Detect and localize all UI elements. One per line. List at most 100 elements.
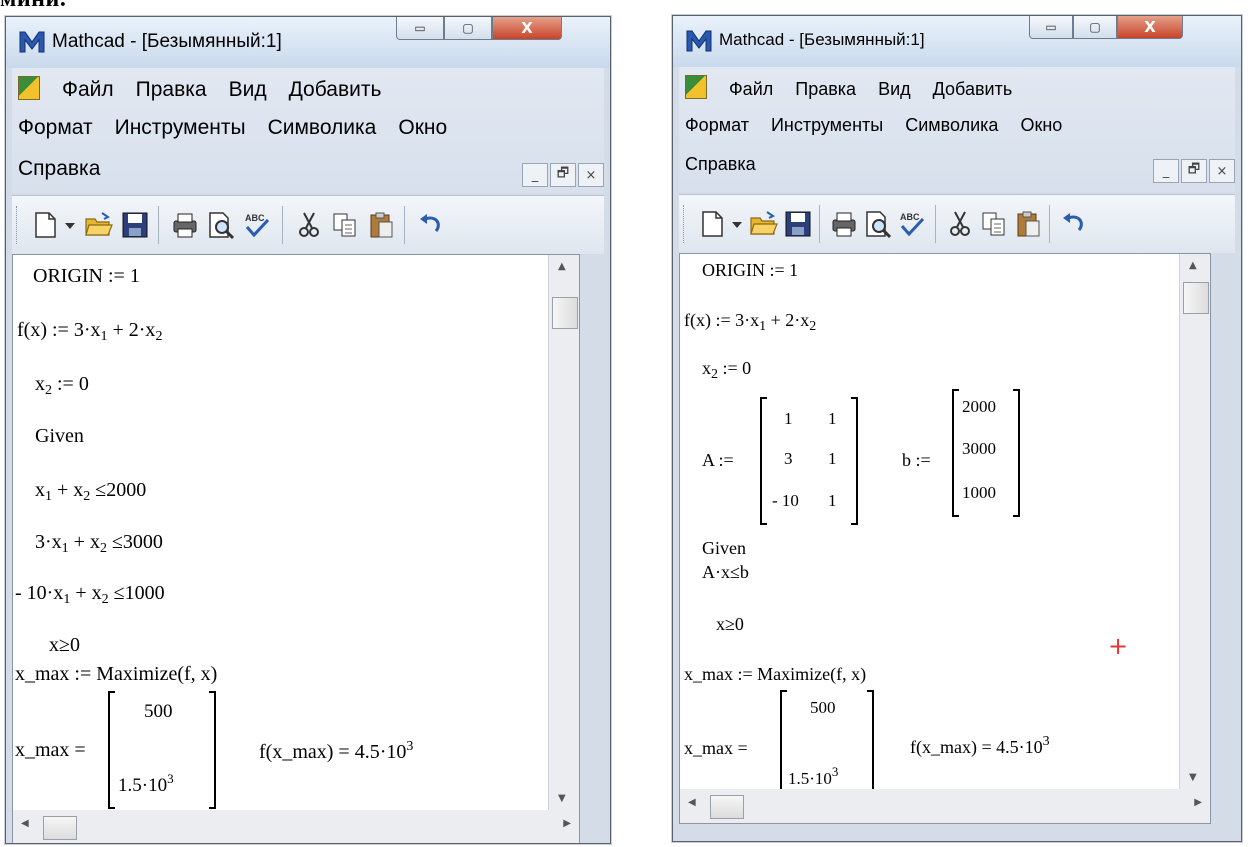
menu-symbolics[interactable]: Символика [905, 115, 998, 136]
constraint-2[interactable]: 3·x1 + x2 ≤3000 [35, 531, 163, 557]
undo-icon[interactable] [1059, 209, 1089, 239]
minimize-button[interactable]: ▭ [396, 17, 444, 40]
cut-icon[interactable] [294, 210, 324, 240]
matrix-A[interactable]: 1 1 3 1 - 10 1 [760, 397, 858, 525]
scroll-right-arrow-icon[interactable]: ▶ [563, 818, 571, 829]
given-keyword[interactable]: Given [35, 425, 84, 448]
horizontal-scrollbar[interactable]: ◀ ▶ [679, 789, 1211, 824]
toolbar-grip[interactable] [683, 205, 687, 243]
menu-window[interactable]: Окно [1020, 115, 1062, 136]
menu-tools[interactable]: Инструменты [115, 116, 246, 140]
menu-format[interactable]: Формат [685, 115, 749, 136]
new-document-icon[interactable] [30, 210, 60, 240]
document-icon[interactable] [685, 75, 707, 99]
title-bar[interactable]: Mathcad - [Безымянный:1] ▭ ▢ X [673, 16, 1241, 67]
paste-icon[interactable] [1013, 209, 1043, 239]
x2-definition[interactable]: x2 := 0 [35, 373, 89, 399]
maximize-button[interactable]: ▢ [1073, 16, 1117, 39]
toolbar-grip[interactable] [16, 206, 20, 244]
maximize-definition[interactable]: x_max := Maximize(f, x) [15, 663, 217, 686]
paste-icon[interactable] [366, 210, 396, 240]
print-icon[interactable] [170, 210, 200, 240]
menu-symbolics[interactable]: Символика [268, 116, 377, 140]
save-icon[interactable] [783, 209, 813, 239]
print-preview-icon[interactable] [206, 210, 236, 240]
horizontal-scrollbar[interactable]: ◀ ▶ [12, 810, 580, 843]
x2-definition[interactable]: x2 := 0 [702, 358, 751, 383]
x-max-result-label[interactable]: x_max = [684, 738, 748, 759]
chevron-down-icon[interactable] [729, 209, 745, 239]
origin-definition[interactable]: ORIGIN := 1 [702, 260, 798, 281]
undo-icon[interactable] [416, 210, 446, 240]
mdi-minimize-button[interactable]: _ [1153, 159, 1179, 183]
spell-check-icon[interactable]: ABC [897, 209, 927, 239]
matrix-A-label[interactable]: A := [702, 450, 734, 471]
f-max-result[interactable]: f(x_max) = 4.5·103 [910, 734, 1050, 758]
close-button[interactable]: X [1117, 16, 1183, 39]
mdi-minimize-button[interactable]: _ [522, 163, 548, 187]
minimize-button[interactable]: ▭ [1029, 16, 1073, 39]
open-folder-icon[interactable] [84, 210, 114, 240]
x-max-result-vector[interactable]: 500 1.5·103 [108, 691, 216, 809]
mdi-restore-button[interactable]: 🗗 [1181, 159, 1207, 183]
title-bar[interactable]: Mathcad - [Безымянный:1] ▭ ▢ X [6, 17, 610, 68]
copy-icon[interactable] [979, 209, 1009, 239]
worksheet-left[interactable]: ORIGIN := 1 f(x) := 3·x1 + 2·x2 x2 := 0 … [12, 254, 580, 811]
constraint-1[interactable]: x1 + x2 ≤2000 [35, 479, 146, 505]
matrix-constraint[interactable]: A·x≤b [702, 562, 749, 583]
f-definition[interactable]: f(x) := 3·x1 + 2·x2 [17, 319, 162, 345]
menu-tools[interactable]: Инструменты [771, 115, 883, 136]
vertical-scroll-thumb[interactable] [552, 297, 578, 329]
scroll-down-arrow-icon[interactable]: ▼ [558, 793, 566, 804]
menu-insert[interactable]: Добавить [933, 79, 1013, 100]
menu-help[interactable]: Справка [18, 157, 100, 181]
cut-icon[interactable] [945, 209, 975, 239]
menu-view[interactable]: Вид [878, 79, 911, 100]
menu-format[interactable]: Формат [18, 116, 93, 140]
nonnegativity-constraint[interactable]: x≥0 [716, 614, 744, 635]
mdi-close-button[interactable]: × [1209, 159, 1235, 183]
close-button[interactable]: X [492, 17, 562, 40]
save-icon[interactable] [120, 210, 150, 240]
horizontal-scroll-thumb[interactable] [43, 816, 77, 840]
scroll-right-arrow-icon[interactable]: ▶ [1194, 797, 1202, 808]
print-preview-icon[interactable] [863, 209, 893, 239]
vertical-scrollbar[interactable]: ▲ ▼ [1179, 254, 1210, 789]
scroll-up-arrow-icon[interactable]: ▲ [1189, 260, 1197, 271]
x-max-result-label[interactable]: x_max = [15, 739, 86, 762]
given-keyword[interactable]: Given [702, 538, 746, 559]
f-max-result[interactable]: f(x_max) = 4.5·103 [259, 739, 413, 764]
x-max-result-vector[interactable]: 500 1.5·103 [780, 690, 874, 789]
f-definition[interactable]: f(x) := 3·x1 + 2·x2 [684, 310, 816, 335]
scroll-up-arrow-icon[interactable]: ▲ [558, 261, 566, 272]
print-icon[interactable] [829, 209, 859, 239]
new-document-icon[interactable] [697, 209, 727, 239]
chevron-down-icon[interactable] [62, 210, 78, 240]
maximize-definition[interactable]: x_max := Maximize(f, x) [684, 664, 866, 685]
vector-b-label[interactable]: b := [902, 450, 931, 471]
nonnegativity-constraint[interactable]: x≥0 [49, 634, 80, 657]
maximize-button[interactable]: ▢ [444, 17, 492, 40]
mdi-close-button[interactable]: × [578, 163, 604, 187]
vertical-scroll-thumb[interactable] [1183, 282, 1209, 314]
document-icon[interactable] [18, 76, 40, 100]
origin-definition[interactable]: ORIGIN := 1 [33, 265, 140, 288]
menu-help[interactable]: Справка [685, 154, 756, 175]
menu-edit[interactable]: Правка [136, 78, 207, 102]
worksheet-right[interactable]: ORIGIN := 1 f(x) := 3·x1 + 2·x2 x2 := 0 … [679, 253, 1211, 790]
menu-view[interactable]: Вид [229, 78, 267, 102]
scroll-down-arrow-icon[interactable]: ▼ [1189, 772, 1197, 783]
constraint-3[interactable]: - 10·x1 + x2 ≤1000 [15, 582, 165, 608]
menu-file[interactable]: Файл [729, 79, 773, 100]
menu-edit[interactable]: Правка [795, 79, 856, 100]
spell-check-icon[interactable]: ABC [242, 210, 272, 240]
menu-file[interactable]: Файл [62, 78, 114, 102]
copy-icon[interactable] [330, 210, 360, 240]
scroll-left-arrow-icon[interactable]: ◀ [688, 797, 696, 808]
scroll-left-arrow-icon[interactable]: ◀ [21, 818, 29, 829]
menu-window[interactable]: Окно [398, 116, 447, 140]
vertical-scrollbar[interactable]: ▲ ▼ [548, 255, 579, 810]
mdi-restore-button[interactable]: 🗗 [550, 163, 576, 187]
horizontal-scroll-thumb[interactable] [710, 795, 744, 819]
vector-b[interactable]: 2000 3000 1000 [952, 389, 1020, 517]
